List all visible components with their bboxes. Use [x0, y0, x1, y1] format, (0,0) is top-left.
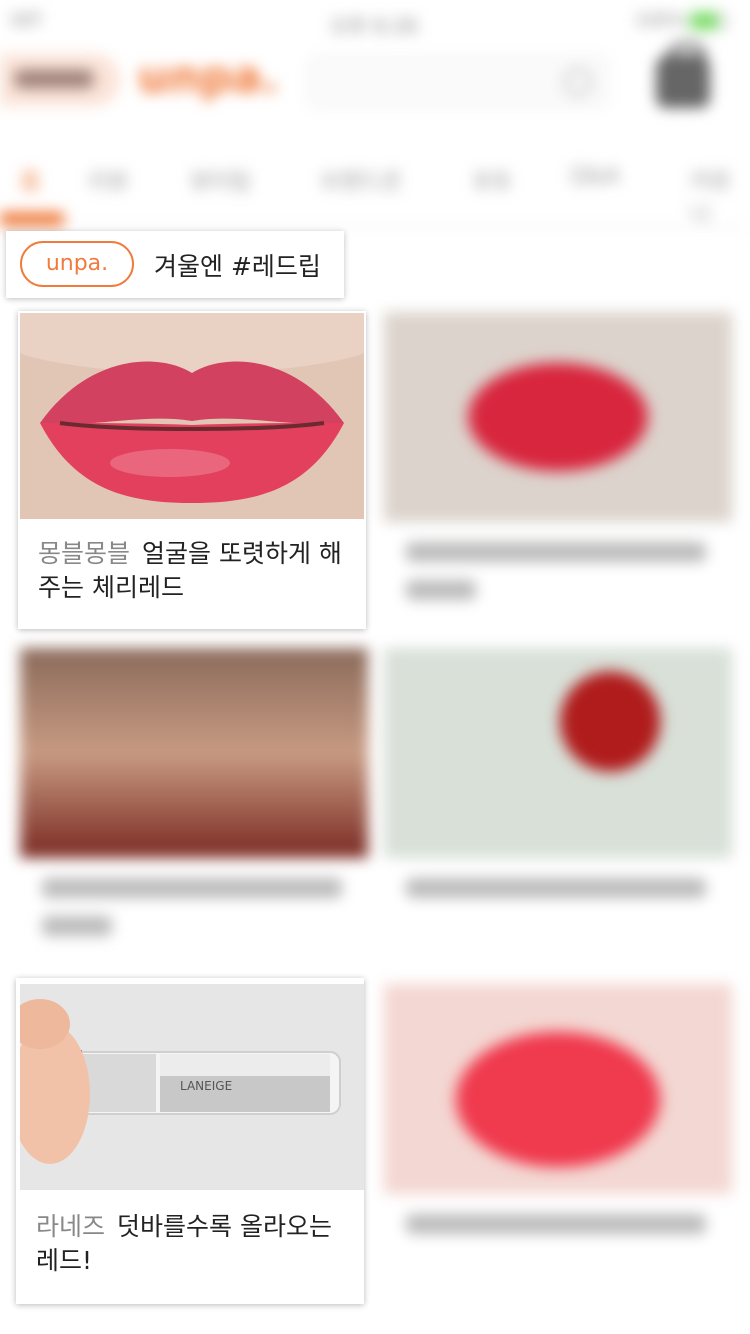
red-lips-image [20, 313, 364, 519]
carrier-label: SKT [10, 10, 43, 31]
battery-percent: 100% [634, 10, 686, 31]
battery-indicator: 100% [635, 10, 730, 31]
caption-placeholder [406, 1214, 706, 1234]
tab-bar: 홈 리뷰 뷰티팁 브랜드관 포토 Q&A 커뮤니 [0, 150, 750, 228]
clock: 오후 6:26 [330, 14, 419, 38]
list-item[interactable] [384, 312, 732, 630]
list-item[interactable] [20, 648, 368, 966]
list-item[interactable] [384, 984, 732, 1302]
tab-brand[interactable]: 브랜드관 [320, 164, 401, 196]
tab-community[interactable]: 커뮤니 [690, 164, 750, 228]
caption-placeholder [42, 878, 342, 898]
app-header: unpa. [0, 42, 750, 118]
tab-qna[interactable]: Q&A [570, 164, 620, 189]
card-caption: 라네즈 덧바를수록 올라오는 레드! [36, 1210, 346, 1278]
caption-placeholder [42, 916, 112, 936]
lips-photo [384, 984, 732, 1194]
highlight-card-2[interactable]: LANEIGE 라네즈 덧바를수록 올라오는 레드! [16, 978, 364, 1304]
tab-beauty-tip[interactable]: 뷰티팁 [190, 164, 251, 196]
menu-pill-label [14, 70, 94, 88]
card-brand: 라네즈 [36, 1212, 106, 1241]
red-lips-photo [20, 313, 364, 519]
tab-photo[interactable]: 포토 [472, 164, 512, 196]
battery-icon [690, 12, 730, 30]
shopping-bag-icon[interactable] [656, 42, 710, 108]
feature-tag: unpa. [20, 241, 134, 287]
highlight-card-1[interactable]: 몽블몽블 얼굴을 또렷하게 해주는 체리레드 [18, 311, 366, 629]
card-brand: 몽블몽블 [38, 539, 131, 568]
lips-photo [384, 312, 732, 522]
tab-review[interactable]: 리뷰 [88, 164, 128, 196]
menu-button[interactable] [0, 54, 120, 106]
search-icon[interactable] [564, 68, 592, 96]
rose-photo [384, 648, 732, 858]
caption-placeholder [406, 542, 706, 562]
card-caption: 몽블몽블 얼굴을 또렷하게 해주는 체리레드 [38, 537, 348, 605]
caption-placeholder [406, 580, 476, 600]
active-tab-indicator [0, 212, 64, 226]
caption-placeholder [406, 878, 706, 898]
feature-title: 겨울엔 #레드립 [154, 252, 321, 281]
search-input[interactable] [308, 56, 608, 108]
tab-home[interactable]: 홈 [20, 164, 40, 196]
app-logo[interactable]: unpa. [138, 52, 279, 103]
list-item[interactable] [384, 648, 732, 966]
feature-banner[interactable]: unpa. 겨울엔 #레드립 [6, 231, 344, 298]
laneige-lipstick-photo: LANEIGE [20, 984, 364, 1190]
laneige-label: LANEIGE [180, 1079, 232, 1093]
lipstick-photo [20, 648, 368, 858]
status-bar: SKT 오후 6:26 100% [0, 0, 750, 40]
laneige-lipstick-image: LANEIGE [20, 984, 364, 1190]
